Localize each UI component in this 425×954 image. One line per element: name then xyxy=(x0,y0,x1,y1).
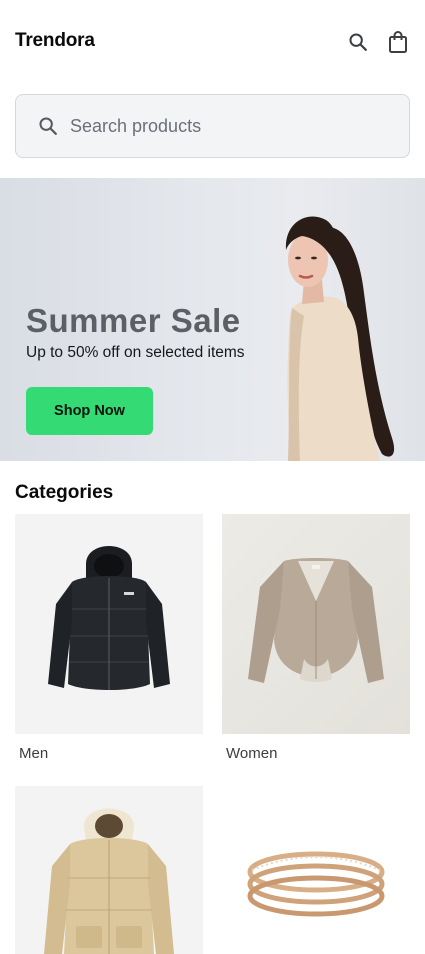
search-icon xyxy=(36,114,60,138)
category-card-women[interactable]: Women xyxy=(222,514,410,762)
hero-banner[interactable]: Summer Sale Up to 50% off on selected it… xyxy=(0,178,425,461)
category-label-men: Men xyxy=(19,745,49,762)
search-input[interactable] xyxy=(70,115,370,137)
shopping-bag-icon[interactable] xyxy=(386,30,410,54)
category-card-4[interactable] xyxy=(222,786,410,954)
search-icon[interactable] xyxy=(346,30,370,54)
category-card-3[interactable] xyxy=(15,786,203,954)
category-image-women xyxy=(222,514,410,734)
category-card-men[interactable]: Men xyxy=(15,514,203,762)
category-image-men xyxy=(15,514,203,734)
hero-model-image xyxy=(285,216,395,461)
app-header: Trendora xyxy=(0,0,425,84)
search-bar[interactable] xyxy=(15,94,410,158)
category-image-4 xyxy=(222,786,410,954)
hero-subtitle: Up to 50% off on selected items xyxy=(26,344,245,361)
category-label-women: Women xyxy=(226,745,278,762)
category-image-3 xyxy=(15,786,203,954)
hero-title: Summer Sale xyxy=(26,302,241,339)
brand-logo[interactable]: Trendora xyxy=(15,30,95,52)
shop-now-button[interactable]: Shop Now xyxy=(26,387,153,435)
categories-title: Categories xyxy=(15,482,114,503)
